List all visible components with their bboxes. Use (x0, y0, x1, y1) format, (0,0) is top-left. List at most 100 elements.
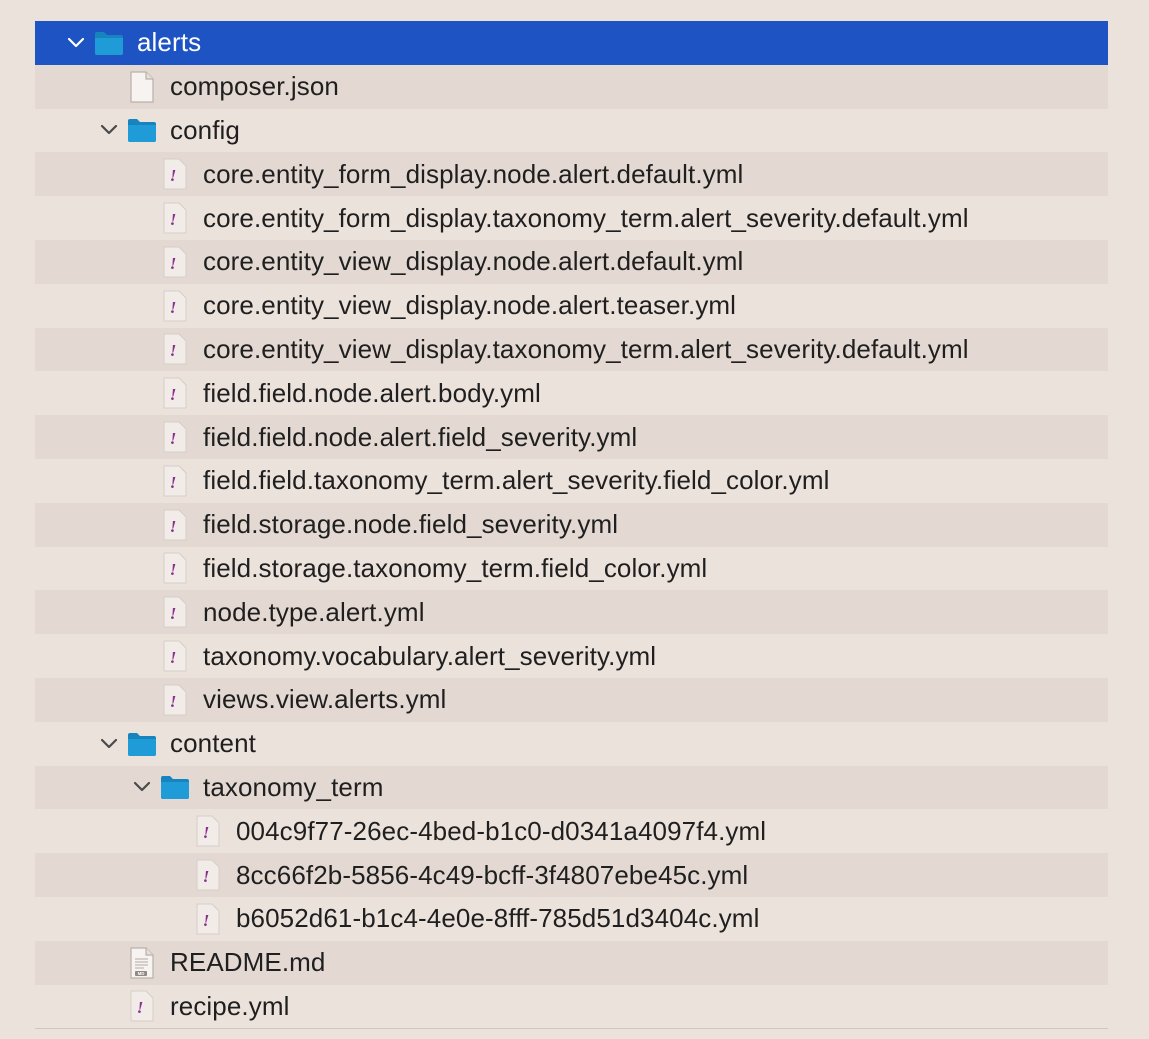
file-row-composer-json[interactable]: composer.json (35, 64, 1108, 109)
svg-text:!: ! (170, 166, 177, 185)
yaml-file-icon: ! (159, 375, 191, 411)
svg-text:!: ! (170, 429, 177, 448)
file-row-core-entity-form-display-node-alert-default-yml[interactable]: ! core.entity_form_display.node.alert.def… (35, 152, 1108, 197)
file-row-field-field-taxonomy-term-alert-severity-field-color-yml[interactable]: ! field.field.taxonomy_term.alert_severit… (35, 459, 1108, 503)
svg-text:!: ! (170, 692, 177, 711)
file-row-field-storage-taxonomy-term-field-color-yml[interactable]: ! field.storage.taxonomy_term.field_color… (35, 547, 1108, 591)
tree-item-label: node.type.alert.yml (203, 596, 425, 627)
svg-text:!: ! (170, 298, 177, 317)
tree-item-label: 004c9f77-26ec-4bed-b1c0-d0341a4097f4.yml (236, 815, 767, 846)
folder-icon (159, 769, 191, 805)
chevron-placeholder (129, 555, 155, 581)
chevron-placeholder (129, 249, 155, 275)
yaml-file-icon: ! (159, 638, 191, 674)
file-row-readme-md[interactable]: MD README.md (35, 940, 1108, 985)
tree-item-label: field.field.node.alert.body.yml (203, 377, 541, 408)
tree-item-label: alerts (137, 27, 202, 58)
tree-item-label: content (170, 728, 256, 759)
chevron-placeholder (162, 862, 188, 888)
yaml-file-icon: ! (159, 550, 191, 586)
yaml-file-icon: ! (159, 463, 191, 499)
yaml-file-icon: ! (126, 988, 158, 1024)
chevron-placeholder (129, 687, 155, 713)
chevron-down-icon[interactable] (63, 30, 89, 56)
folder-icon (93, 25, 125, 61)
file-row-field-field-node-alert-body-yml[interactable]: ! field.field.node.alert.body.yml (35, 371, 1108, 415)
json-file-icon (126, 69, 158, 105)
folder-row-alerts[interactable]: alerts (35, 21, 1108, 65)
tree-item-label: field.storage.node.field_severity.yml (203, 509, 619, 540)
divider (35, 1028, 1108, 1029)
file-row-004c9f77-26ec-4bed-b1c0-d0341a4097f4-yml[interactable]: ! 004c9f77-26ec-4bed-b1c0-d0341a4097f4.ym… (35, 809, 1108, 853)
chevron-placeholder (129, 336, 155, 362)
chevron-down-icon[interactable] (129, 774, 155, 800)
tree-item-label: field.field.taxonomy_term.alert_severity… (203, 465, 830, 496)
yaml-file-icon: ! (159, 419, 191, 455)
svg-text:!: ! (203, 867, 210, 886)
tree-item-label: views.view.alerts.yml (203, 684, 447, 715)
chevron-placeholder (96, 993, 122, 1019)
svg-text:!: ! (170, 341, 177, 360)
folder-row-config[interactable]: config (35, 109, 1108, 153)
tree-item-label: recipe.yml (170, 990, 290, 1021)
yaml-file-icon: ! (192, 857, 224, 893)
folder-row-taxonomy-term[interactable]: taxonomy_term (35, 765, 1108, 810)
tree-item-label: field.field.node.alert.field_severity.ym… (203, 421, 638, 452)
tree-item-label: config (170, 114, 240, 145)
tree-item-label: core.entity_view_display.taxonomy_term.a… (203, 333, 969, 364)
yaml-file-icon: ! (159, 244, 191, 280)
file-row-node-type-alert-yml[interactable]: ! node.type.alert.yml (35, 590, 1108, 635)
svg-text:!: ! (170, 254, 177, 273)
tree-item-label: README.md (170, 947, 326, 978)
chevron-placeholder (129, 205, 155, 231)
svg-text:!: ! (170, 648, 177, 667)
yaml-file-icon: ! (159, 682, 191, 718)
file-row-field-storage-node-field-severity-yml[interactable]: ! field.storage.node.field_severity.yml (35, 502, 1108, 547)
chevron-placeholder (162, 906, 188, 932)
file-row-recipe-yml[interactable]: ! recipe.yml (35, 985, 1108, 1029)
yaml-file-icon: ! (192, 813, 224, 849)
tree-item-label: core.entity_form_display.taxonomy_term.a… (203, 202, 969, 233)
folder-icon (126, 112, 158, 148)
folder-icon (126, 726, 158, 762)
yaml-file-icon: ! (192, 901, 224, 937)
tree-item-label: b6052d61-b1c4-4e0e-8fff-785d51d3404c.yml (236, 903, 760, 934)
folder-row-content[interactable]: content (35, 722, 1108, 766)
chevron-placeholder (129, 424, 155, 450)
tree-item-label: composer.json (170, 71, 339, 102)
yaml-file-icon: ! (159, 331, 191, 367)
svg-text:!: ! (137, 998, 144, 1017)
file-row-8cc66f2b-5856-4c49-bcff-3f4807ebe45c-yml[interactable]: ! 8cc66f2b-5856-4c49-bcff-3f4807ebe45c.ym… (35, 853, 1108, 897)
tree-item-label: core.entity_view_display.node.alert.teas… (203, 290, 737, 321)
file-row-core-entity-view-display-node-alert-teaser-yml[interactable]: ! core.entity_view_display.node.alert.tea… (35, 284, 1108, 328)
svg-text:!: ! (170, 517, 177, 536)
chevron-down-icon[interactable] (96, 731, 122, 757)
svg-text:!: ! (170, 604, 177, 623)
file-row-b6052d61-b1c4-4e0e-8fff-785d51d3404c-yml[interactable]: ! b6052d61-b1c4-4e0e-8fff-785d51d3404c.ym… (35, 897, 1108, 941)
yaml-file-icon: ! (159, 156, 191, 192)
chevron-placeholder (129, 293, 155, 319)
svg-text:!: ! (170, 385, 177, 404)
tree-item-label: taxonomy_term (203, 771, 384, 802)
yaml-file-icon: ! (159, 594, 191, 630)
markdown-file-icon: MD (126, 945, 158, 981)
tree-item-label: core.entity_view_display.node.alert.defa… (203, 246, 744, 277)
svg-text:!: ! (203, 823, 210, 842)
svg-text:!: ! (170, 560, 177, 579)
file-row-field-field-node-alert-field-severity-yml[interactable]: ! field.field.node.alert.field_severity.y… (35, 415, 1108, 459)
chevron-placeholder (129, 161, 155, 187)
chevron-placeholder (129, 468, 155, 494)
chevron-placeholder (129, 380, 155, 406)
file-row-core-entity-form-display-taxonomy-term-alert-severity-default-yml[interactable]: ! core.entity_form_display.taxonomy_term.… (35, 196, 1108, 240)
chevron-down-icon[interactable] (96, 117, 122, 143)
chevron-placeholder (129, 643, 155, 669)
file-row-taxonomy-vocabulary-alert-severity-yml[interactable]: ! taxonomy.vocabulary.alert_severity.yml (35, 634, 1108, 678)
chevron-placeholder (96, 74, 122, 100)
file-row-core-entity-view-display-node-alert-default-yml[interactable]: ! core.entity_view_display.node.alert.def… (35, 239, 1108, 284)
tree-item-label: field.storage.taxonomy_term.field_color.… (203, 552, 708, 583)
file-row-views-view-alerts-yml[interactable]: ! views.view.alerts.yml (35, 677, 1108, 722)
yaml-file-icon: ! (159, 200, 191, 236)
chevron-placeholder (129, 599, 155, 625)
file-row-core-entity-view-display-taxonomy-term-alert-severity-default-yml[interactable]: ! core.entity_view_display.taxonomy_term.… (35, 327, 1108, 372)
yaml-file-icon: ! (159, 288, 191, 324)
